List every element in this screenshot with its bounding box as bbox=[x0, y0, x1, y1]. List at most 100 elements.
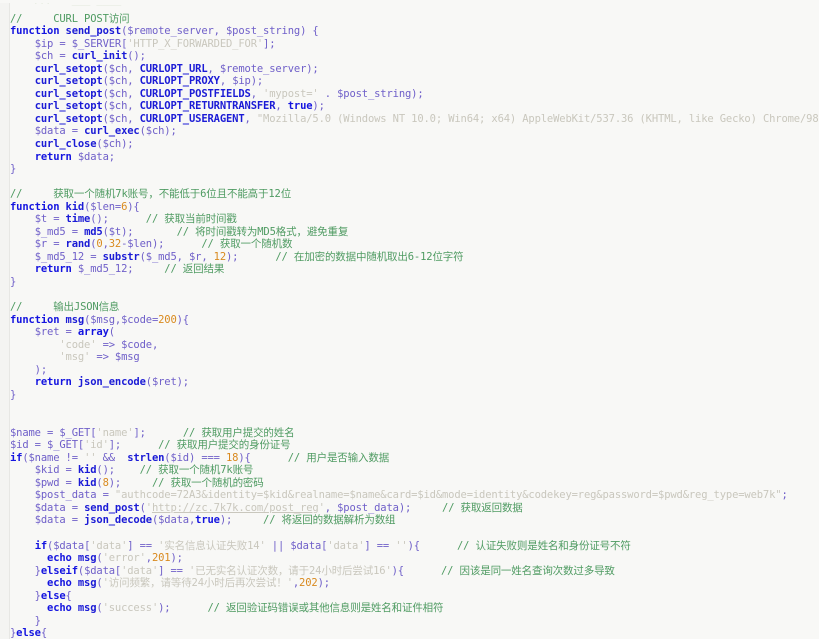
code-line[interactable]: echo msg('error',201); bbox=[0, 552, 819, 565]
code-line[interactable]: $_md5_12 = substr($_md5, $r, 12); // 在加密… bbox=[0, 251, 819, 264]
code-line[interactable]: $name = $_GET['name']; // 获取用户提交的姓名 bbox=[0, 427, 819, 440]
code-line[interactable]: 'msg' => $msg bbox=[0, 351, 819, 364]
code-comment: // 获取一个随机7k账号，不能低于6位且不能高于12位 bbox=[10, 188, 292, 201]
code-line[interactable]: $id = $_GET['id']; // 获取用户提交的身份证号 bbox=[0, 439, 819, 452]
code-punct: , bbox=[244, 112, 257, 125]
code-line[interactable]: $post_data = "authcode=72A3&identity=$ki… bbox=[0, 489, 819, 502]
code-line-text: } bbox=[10, 276, 16, 288]
code-number: 18 bbox=[226, 451, 239, 464]
code-line[interactable]: ); bbox=[0, 364, 819, 377]
code-line[interactable]: curl_setopt($ch, CURLOPT_POSTFIELDS, 'my… bbox=[0, 88, 819, 101]
code-line[interactable]: 'code' => $code, bbox=[0, 339, 819, 352]
code-variable: $len bbox=[90, 200, 115, 213]
code-line[interactable] bbox=[0, 402, 819, 415]
code-line[interactable]: function send_post($remote_server, $post… bbox=[0, 25, 819, 38]
code-token: curl_close bbox=[34, 138, 97, 151]
code-variable: $ip bbox=[232, 75, 251, 88]
code-string: 'data' bbox=[327, 539, 365, 552]
code-comment: // 用户是否输入数据 bbox=[287, 451, 390, 464]
code-content[interactable]: // CURL POST访问 function send_post($remote… bbox=[0, 0, 819, 639]
code-line[interactable]: $r = rand(0,32-$len); // 获取一个随机数 bbox=[0, 238, 819, 251]
code-line[interactable]: $pwd = kid(8); // 获取一个随机的密码 bbox=[0, 477, 819, 490]
code-comment: // 输出JSON信息 bbox=[10, 301, 120, 314]
code-variable: $data bbox=[34, 514, 66, 527]
code-line[interactable]: curl_setopt($ch, CURLOPT_URL, $remote_se… bbox=[0, 63, 819, 76]
code-line[interactable]: if($name != '' && strlen($id) === 18){ /… bbox=[0, 452, 819, 465]
code-line[interactable]: }else{ bbox=[0, 627, 819, 639]
code-line[interactable]: echo msg('success'); // 返回验证码错误或其他信息则是姓名… bbox=[0, 602, 819, 615]
code-line[interactable]: echo msg('访问频繁，请等待24小时后再次尝试！',202); bbox=[0, 577, 819, 590]
code-line[interactable]: $data = curl_exec($ch); bbox=[0, 125, 819, 138]
code-line[interactable] bbox=[0, 0, 819, 13]
code-line-text: echo msg('error',201); bbox=[10, 552, 183, 564]
code-line[interactable]: $_md5 = md5($t); // 将时间戳转为MD5格式，避免重复 bbox=[0, 226, 819, 239]
code-punct: (); bbox=[127, 50, 146, 63]
code-punct bbox=[10, 339, 59, 351]
code-line-text: // 输出JSON信息 bbox=[10, 301, 119, 313]
code-punct: && bbox=[96, 451, 128, 464]
code-token: msg bbox=[77, 552, 97, 565]
code-line[interactable]: curl_setopt($ch, CURLOPT_RETURNTRANSFER,… bbox=[0, 100, 819, 113]
code-line[interactable]: } bbox=[0, 389, 819, 402]
url-link[interactable]: http://zc.7k7k.com/post_reg bbox=[152, 502, 319, 514]
code-line-text: echo msg('访问频繁，请等待24小时后再次尝试！',202); bbox=[10, 577, 330, 589]
code-string: 'error' bbox=[102, 552, 146, 565]
code-line[interactable]: // 获取一个随机7k账号，不能低于6位且不能高于12位 bbox=[0, 188, 819, 201]
code-line[interactable]: // 输出JSON信息 bbox=[0, 301, 819, 314]
code-line[interactable]: }elseif($data['data'] == '已无实名认证次数，请于24小… bbox=[0, 565, 819, 578]
code-line[interactable]: function msg($msg,$code=200){ bbox=[0, 314, 819, 327]
code-punct: ]; bbox=[133, 426, 183, 439]
code-punct: , bbox=[127, 62, 140, 75]
code-line[interactable]: } bbox=[0, 615, 819, 628]
code-variable: $data bbox=[34, 125, 66, 138]
code-punct: => bbox=[90, 351, 115, 364]
code-punct: ); bbox=[10, 363, 48, 376]
code-line[interactable]: $ip = $_SERVER['HTTP_X_FORWARDED_FOR']; bbox=[0, 38, 819, 51]
code-token: function bbox=[10, 200, 60, 213]
code-line[interactable]: return $_md5_12; // 返回结果 bbox=[0, 263, 819, 276]
code-line-text: curl_setopt($ch, CURLOPT_POSTFIELDS, 'my… bbox=[10, 88, 424, 100]
code-variable: $name bbox=[28, 451, 60, 464]
code-line[interactable]: function kid($len=6){ bbox=[0, 201, 819, 214]
code-line[interactable]: return json_encode($ret); bbox=[0, 376, 819, 389]
code-punct: ); bbox=[312, 100, 325, 113]
code-punct bbox=[10, 151, 35, 163]
code-line[interactable] bbox=[0, 289, 819, 302]
code-punct: ); bbox=[219, 514, 264, 527]
code-variable: $_GET bbox=[59, 426, 91, 439]
code-token: rand bbox=[65, 238, 91, 251]
code-variable: $remote_server bbox=[219, 62, 307, 75]
code-line[interactable]: $ret = array( bbox=[0, 326, 819, 339]
code-variable: $_md5 bbox=[34, 225, 66, 238]
code-line[interactable]: $t = time(); // 获取当前时间戳 bbox=[0, 213, 819, 226]
code-variable: $code bbox=[121, 338, 152, 351]
code-line[interactable]: curl_close($ch); bbox=[0, 138, 819, 151]
code-line[interactable]: } bbox=[0, 276, 819, 289]
code-line[interactable] bbox=[0, 176, 819, 189]
code-punct bbox=[10, 502, 35, 514]
code-punct: = bbox=[40, 426, 60, 439]
code-line[interactable]: return $data; bbox=[0, 151, 819, 164]
code-variable: $ch bbox=[108, 100, 128, 113]
code-punct: != bbox=[59, 451, 85, 464]
code-line[interactable]: $kid = kid(); // 获取一个随机7k账号 bbox=[0, 464, 819, 477]
code-line[interactable]: // CURL POST访问 bbox=[0, 13, 819, 26]
code-line[interactable]: $ch = curl_init(); bbox=[0, 50, 819, 63]
code-punct bbox=[10, 577, 47, 589]
code-line[interactable]: } bbox=[0, 163, 819, 176]
code-punct: = bbox=[47, 213, 66, 226]
code-punct: ); bbox=[176, 376, 189, 389]
code-line[interactable]: $data = send_post('http://zc.7k7k.com/po… bbox=[0, 502, 819, 515]
code-line[interactable] bbox=[0, 414, 819, 427]
code-variable: $name bbox=[10, 426, 41, 439]
code-line[interactable]: $data = json_decode($data,true); // 将返回的… bbox=[0, 514, 819, 527]
code-line[interactable]: curl_setopt($ch, CURLOPT_PROXY, $ip); bbox=[0, 75, 819, 88]
code-line[interactable] bbox=[0, 527, 819, 540]
code-line[interactable]: curl_setopt($ch, CURLOPT_USERAGENT, "Moz… bbox=[0, 113, 819, 126]
code-variable: $msg bbox=[90, 313, 115, 326]
code-punct: , bbox=[176, 250, 189, 263]
code-line[interactable]: if($data['data'] == '实名信息认证失败14' || $dat… bbox=[0, 540, 819, 553]
code-editor[interactable]: // CURL POST访问 function send_post($remote… bbox=[0, 0, 819, 639]
code-line-text: $data = json_decode($data,true); // 将返回的… bbox=[10, 514, 396, 527]
code-line[interactable]: }else{ bbox=[0, 590, 819, 603]
